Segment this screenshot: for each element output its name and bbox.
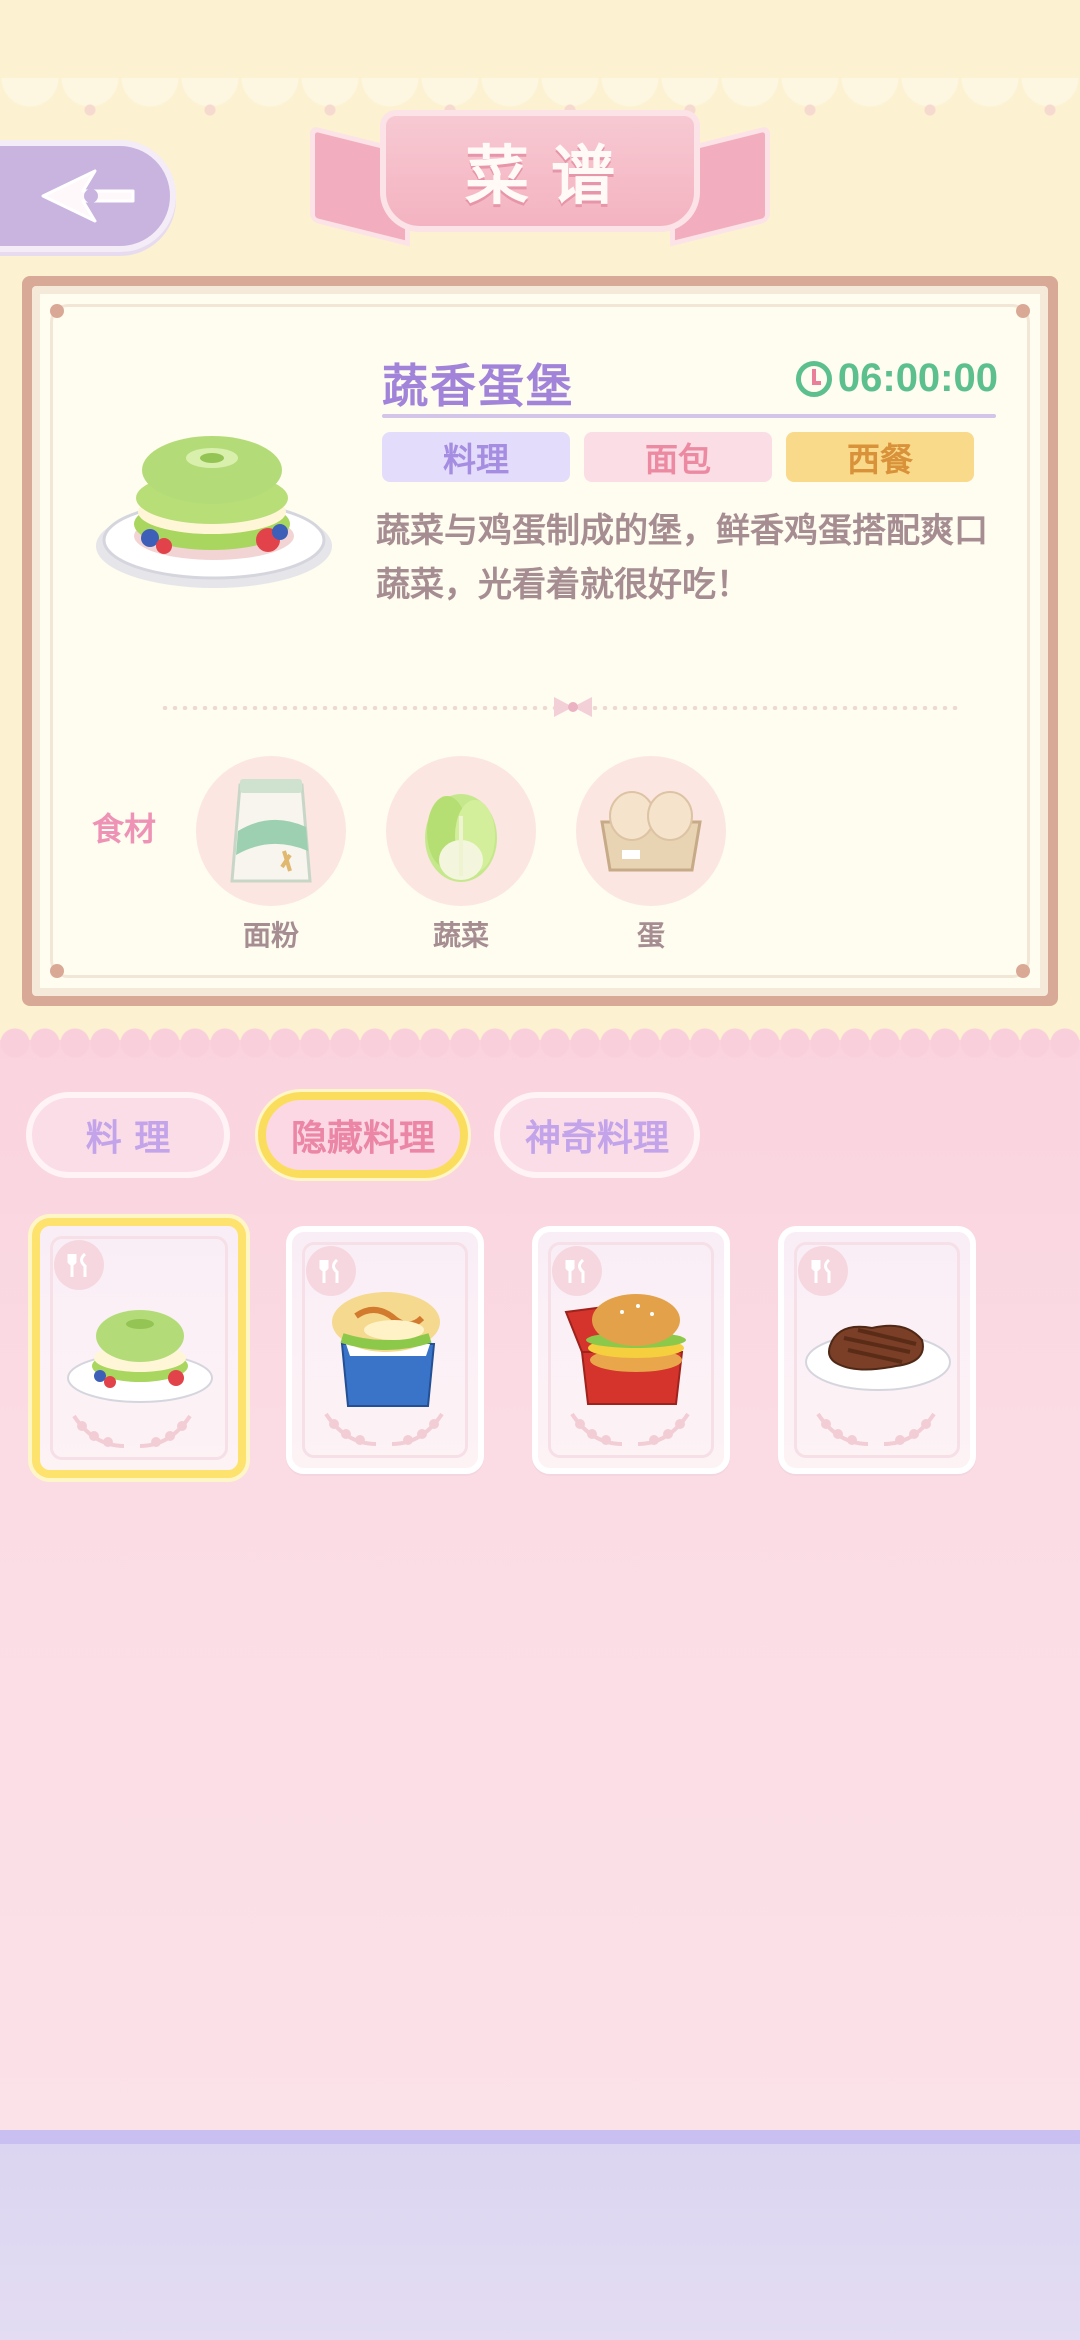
recipe-card-sandwich[interactable] xyxy=(286,1226,484,1474)
corner-dot xyxy=(50,304,64,318)
name-underline xyxy=(382,414,996,418)
ingredient-icon-circle xyxy=(386,756,536,906)
tab-label: 神奇料理 xyxy=(524,1118,669,1159)
cabbage-icon xyxy=(425,794,497,882)
ingredient-icon-circle xyxy=(196,756,346,906)
laurel-icon xyxy=(72,1414,192,1448)
ingredient-vegetable[interactable]: 蔬菜 xyxy=(386,756,536,954)
back-arrow-icon xyxy=(41,169,135,223)
tab-cuisine[interactable]: 料 理 xyxy=(26,1092,230,1178)
tab-magic-cuisine[interactable]: 神奇料理 xyxy=(494,1092,700,1178)
green-egg-burger-icon xyxy=(67,1310,213,1403)
tab-hidden-cuisine[interactable]: 隐藏料理 xyxy=(258,1092,468,1178)
clock-icon xyxy=(795,360,832,397)
page-title: 菜谱 xyxy=(465,139,637,214)
fork-spoon-icon xyxy=(54,1240,104,1290)
recipe-list-background xyxy=(0,1040,1080,2130)
ingredients-title: 食材 xyxy=(92,810,157,848)
recipe-detail-card: 蔬香蛋堡 06:00:00 料理 面包 西餐 蔬菜与鸡蛋制成的堡，鲜香鸡蛋搭配爽… xyxy=(22,276,1058,1006)
flour-bag-icon xyxy=(230,779,312,883)
corner-dot xyxy=(1016,964,1030,978)
title-ribbon: 菜谱 xyxy=(310,102,770,252)
cook-timer: 06:00:00 xyxy=(795,356,998,401)
tab-label: 隐藏料理 xyxy=(290,1118,435,1159)
bottom-band xyxy=(0,2130,1080,2340)
back-button[interactable] xyxy=(0,140,176,252)
timer-value: 06:00:00 xyxy=(837,356,998,400)
tag-cuisine: 料理 xyxy=(382,432,570,482)
tag-bread: 面包 xyxy=(584,432,772,482)
recipe-detail-inner: 蔬香蛋堡 06:00:00 料理 面包 西餐 蔬菜与鸡蛋制成的堡，鲜香鸡蛋搭配爽… xyxy=(32,286,1048,996)
ingredient-label: 面粉 xyxy=(242,919,299,952)
laurel-icon xyxy=(570,1412,690,1446)
ingredient-icon-circle xyxy=(576,756,726,906)
dish-description: 蔬菜与鸡蛋制成的堡，鲜香鸡蛋搭配爽口蔬菜，光看着就很好吃！ xyxy=(376,511,988,605)
corner-dot xyxy=(1016,304,1030,318)
tag-western: 西餐 xyxy=(786,432,974,482)
green-egg-burger-icon xyxy=(96,436,332,588)
recipe-card-steak[interactable] xyxy=(778,1226,976,1474)
recipe-card-green-egg-burger[interactable] xyxy=(32,1218,246,1478)
laurel-icon xyxy=(324,1412,444,1446)
bow-icon xyxy=(554,697,592,717)
ribbon-band: 菜谱 xyxy=(380,110,700,232)
tab-label: 料 理 xyxy=(85,1118,171,1159)
corner-dot xyxy=(50,964,64,978)
ingredient-label: 蛋 xyxy=(636,919,665,952)
steak-plate-icon xyxy=(805,1324,951,1391)
ingredient-egg[interactable]: 蛋 xyxy=(576,756,726,954)
dish-name: 蔬香蛋堡 xyxy=(382,359,574,413)
lower-scallop-decoration xyxy=(0,1028,1080,1058)
egg-carton-icon xyxy=(600,791,702,872)
sandwich-box-icon xyxy=(332,1292,440,1407)
recipe-card-burger[interactable] xyxy=(532,1226,730,1474)
tag-list: 料理 面包 西餐 xyxy=(382,432,974,482)
ingredient-label: 蔬菜 xyxy=(432,919,489,952)
burger-box-icon xyxy=(564,1294,686,1405)
ingredient-flour[interactable]: 面粉 xyxy=(196,756,346,954)
laurel-icon xyxy=(816,1412,936,1446)
